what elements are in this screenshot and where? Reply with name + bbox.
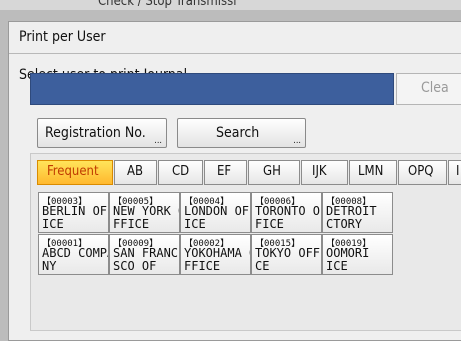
ellipsis-icon: ... — [293, 136, 301, 146]
search-label: Search — [216, 125, 260, 141]
user-button-oomori[interactable]: 【00019】 OOMORI ICE — [322, 234, 393, 275]
tab-label: EF — [217, 164, 232, 179]
user-name: DETROIT CTORY — [326, 204, 377, 231]
user-name: YOKOHAMA O FFICE — [184, 246, 250, 273]
tab-label: LMN — [358, 164, 384, 179]
tab-label: AB — [127, 164, 144, 179]
user-button-detroit[interactable]: 【00008】 DETROIT CTORY — [322, 192, 393, 233]
user-name: BERLIN OFF ICE — [42, 204, 108, 231]
user-name: OOMORI ICE — [326, 246, 370, 273]
tab-label: GH — [263, 164, 281, 179]
user-name: SAN FRANCI SCO OF — [113, 246, 179, 273]
user-button-toronto[interactable]: 【00006】 TORONTO OF FICE — [251, 192, 322, 233]
tab-label: CD — [172, 164, 190, 179]
user-button-berlin[interactable]: 【00003】 BERLIN OFF ICE — [38, 192, 109, 233]
clear-button[interactable]: Clea — [396, 73, 461, 105]
tab-ef[interactable]: EF — [204, 160, 247, 185]
tab-cd[interactable]: CD — [158, 160, 203, 185]
background-window-titlebar: Check / Stop Transmissi — [0, 0, 461, 10]
ellipsis-icon: ... — [154, 136, 162, 146]
user-button-london[interactable]: 【00004】 LONDON OFF ICE — [180, 192, 251, 233]
tab-overflow[interactable]: I — [448, 160, 461, 185]
tab-label: I — [456, 164, 460, 179]
user-name: TOKYO OFFI CE — [255, 246, 321, 273]
registration-no-label: Registration No. — [45, 125, 146, 141]
tab-opq[interactable]: OPQ — [398, 160, 447, 185]
tab-ab[interactable]: AB — [114, 160, 157, 185]
tab-lmn[interactable]: LMN — [349, 160, 397, 185]
user-button-tokyo[interactable]: 【00015】 TOKYO OFFI CE — [251, 234, 322, 275]
user-button-yokohama[interactable]: 【00002】 YOKOHAMA O FFICE — [180, 234, 251, 275]
user-button-new-york[interactable]: 【00005】 NEW YORK O FFICE — [109, 192, 180, 233]
tab-label: Frequent — [47, 164, 99, 179]
tab-label: OPQ — [408, 164, 434, 179]
dialog-title: Print per User — [19, 29, 106, 45]
user-name: ABCD COMPA NY — [42, 246, 108, 273]
search-button[interactable]: Search ... — [177, 118, 306, 148]
tab-gh[interactable]: GH — [248, 160, 300, 185]
background-window-title: Check / Stop Transmissi — [98, 0, 237, 9]
user-name: NEW YORK O FFICE — [113, 204, 179, 231]
registration-no-button[interactable]: Registration No. ... — [37, 118, 167, 148]
dialog-header: Print per User — [9, 22, 461, 54]
user-name: TORONTO OF FICE — [255, 204, 321, 231]
tab-ijk[interactable]: IJK — [301, 160, 348, 185]
tab-label: IJK — [312, 164, 327, 179]
user-button-abcd[interactable]: 【00001】 ABCD COMPA NY — [38, 234, 109, 275]
tab-frequent[interactable]: Frequent — [37, 160, 113, 185]
selected-user-display — [30, 73, 394, 105]
user-name: LONDON OFF ICE — [184, 204, 250, 231]
user-button-san-francisco[interactable]: 【00009】 SAN FRANCI SCO OF — [109, 234, 180, 275]
clear-label: Clea — [421, 80, 449, 96]
